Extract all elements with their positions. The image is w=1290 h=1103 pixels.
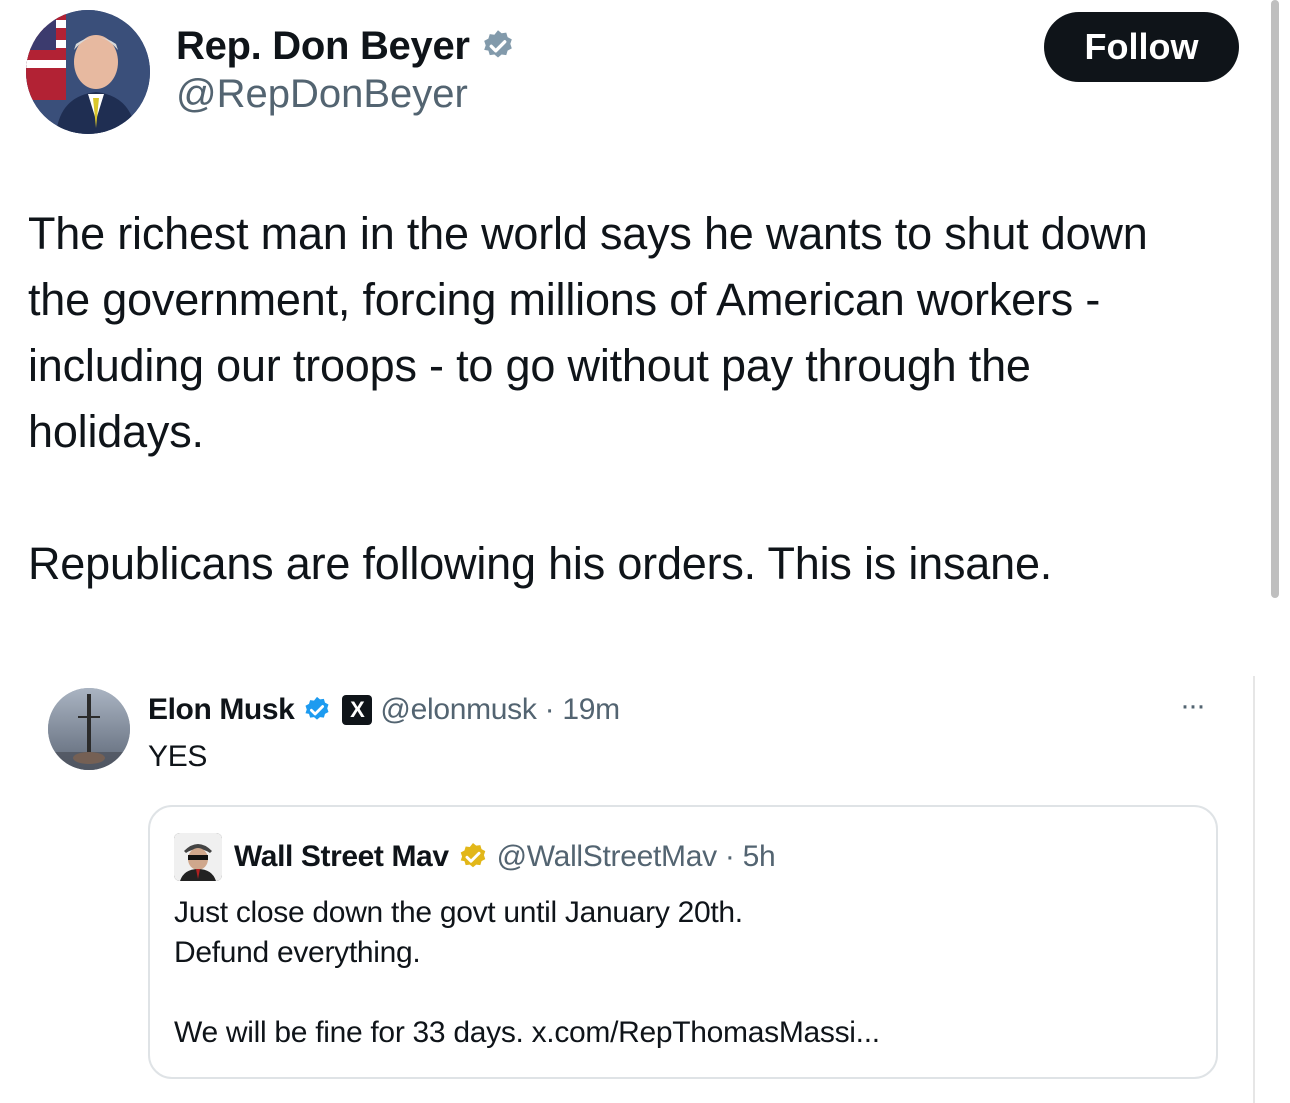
scrollbar[interactable] bbox=[1271, 0, 1279, 598]
quote-handle-time[interactable]: @WallStreetMav · 5h bbox=[497, 840, 776, 874]
tweet-line: the government, forcing millions of Amer… bbox=[28, 274, 1101, 325]
quote-line: Just close down the govt until January 2… bbox=[174, 896, 743, 929]
quote-header: Wall Street Mav @WallStreetMav · 5h bbox=[234, 835, 776, 879]
reply-handle-time[interactable]: @elonmusk · 19m bbox=[380, 693, 620, 727]
quote-avatar[interactable] bbox=[174, 833, 222, 881]
quote-display-name[interactable]: Wall Street Mav bbox=[234, 840, 449, 874]
tweet-text: The richest man in the world says he wan… bbox=[28, 201, 1268, 597]
more-options-icon[interactable]: ··· bbox=[1180, 691, 1206, 721]
author-handle[interactable]: @RepDonBeyer bbox=[176, 72, 468, 117]
quote-text: Just close down the govt until January 2… bbox=[174, 893, 1194, 1053]
reply-display-name[interactable]: Elon Musk bbox=[148, 693, 295, 727]
reply-text: YES bbox=[148, 740, 208, 773]
tweet-line: The richest man in the world says he wan… bbox=[28, 208, 1148, 259]
tweet-line: Republicans are following his orders. Th… bbox=[28, 538, 1053, 589]
follow-button[interactable]: Follow bbox=[1044, 12, 1239, 82]
author-display-name[interactable]: Rep. Don Beyer bbox=[176, 24, 470, 69]
verified-badge-icon bbox=[460, 843, 485, 868]
x-logo-icon: X bbox=[342, 695, 373, 725]
tweet-line: holidays. bbox=[28, 406, 204, 457]
reply-header: Elon Musk X @elonmusk · 19m bbox=[148, 688, 620, 732]
profile-photo-icon bbox=[174, 833, 222, 881]
rocket-photo-icon bbox=[48, 688, 130, 770]
author-avatar[interactable] bbox=[26, 10, 150, 134]
quote-line: Defund everything. bbox=[174, 936, 421, 969]
quote-card[interactable]: Wall Street Mav @WallStreetMav · 5h Just… bbox=[148, 805, 1218, 1079]
quote-line[interactable]: We will be fine for 33 days. x.com/RepTh… bbox=[174, 1013, 1194, 1053]
verified-badge-icon bbox=[305, 696, 329, 720]
author-name-row: Rep. Don Beyer bbox=[176, 18, 516, 74]
profile-photo-icon bbox=[26, 10, 150, 134]
tweet-line: including our troops - to go without pay… bbox=[28, 340, 1031, 391]
divider bbox=[1253, 676, 1255, 1103]
reply-avatar[interactable] bbox=[48, 688, 130, 770]
verified-badge-icon bbox=[483, 30, 512, 58]
